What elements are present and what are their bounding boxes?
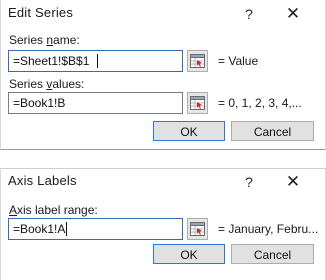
series-values-preview: = 0, 1, 2, 3, 4,... <box>218 96 302 110</box>
help-icon[interactable]: ? <box>239 4 259 24</box>
cancel-button[interactable]: Cancel <box>231 121 314 141</box>
series-name-input[interactable] <box>8 50 183 72</box>
series-values-input[interactable] <box>8 92 183 114</box>
text-caret <box>97 54 98 68</box>
axis-label-range-preview: = January, Febru... <box>218 222 319 236</box>
text-caret <box>66 222 67 236</box>
ok-button[interactable]: OK <box>153 244 225 264</box>
close-icon[interactable]: ✕ <box>280 172 306 192</box>
dialog-title: Edit Series <box>8 5 74 20</box>
axis-labels-dialog: Axis Labels ? ✕ Axis label range: = Janu… <box>0 168 326 280</box>
dialog-title: Axis Labels <box>8 173 77 188</box>
axis-label-range-input[interactable] <box>8 218 183 240</box>
range-collapse-icon <box>190 54 205 68</box>
axis-range-collapse-button[interactable] <box>187 218 208 240</box>
help-icon[interactable]: ? <box>239 172 259 192</box>
range-collapse-icon <box>190 96 205 110</box>
axis-label-range-row: = January, Febru... <box>8 218 323 240</box>
edit-series-dialog: Edit Series ? ✕ Series name: = Value Ser… <box>0 0 326 150</box>
series-values-collapse-button[interactable] <box>187 92 208 114</box>
series-values-row: = 0, 1, 2, 3, 4,... <box>8 92 318 114</box>
title-bar[interactable]: Axis Labels ? ✕ <box>1 169 325 197</box>
ok-button[interactable]: OK <box>153 121 225 141</box>
axis-label-range-label: Axis label range: <box>9 203 98 217</box>
series-name-collapse-button[interactable] <box>187 50 208 72</box>
series-values-label: Series values: <box>9 77 85 91</box>
series-name-label: Series name: <box>9 33 80 47</box>
range-collapse-icon <box>190 222 205 236</box>
series-name-preview: = Value <box>218 54 259 68</box>
close-icon[interactable]: ✕ <box>280 4 306 24</box>
cancel-button[interactable]: Cancel <box>231 244 314 264</box>
series-name-row: = Value <box>8 50 318 72</box>
title-bar[interactable]: Edit Series ? ✕ <box>1 0 325 28</box>
